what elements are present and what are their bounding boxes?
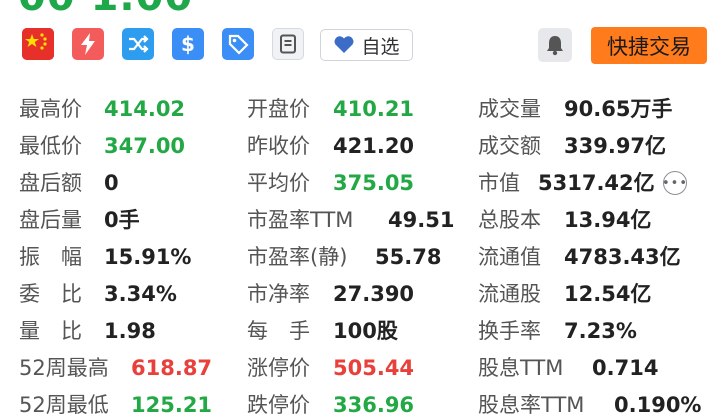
stat-label: 开盘价: [247, 97, 310, 121]
stat-label: 流通值: [478, 245, 541, 269]
stat-label: 市值: [478, 171, 520, 195]
stat-label: 流通股: [478, 282, 541, 306]
stat-label: 盘后额: [19, 171, 82, 195]
stat-value: 1.98: [104, 319, 156, 343]
dollar-icon[interactable]: $: [172, 28, 204, 60]
stat-value: 7.23%: [564, 319, 637, 343]
stat-label: 跌停价: [247, 393, 310, 417]
stat-value: 0.190%: [614, 393, 702, 417]
watchlist-label: 自选: [361, 35, 400, 58]
stat-value: 375.05: [333, 171, 415, 195]
stat-value: 0.714: [592, 356, 659, 380]
stat-value: 339.97亿: [564, 134, 667, 158]
stat-value: 336.96: [333, 393, 415, 417]
shuffle-icon[interactable]: [122, 28, 154, 60]
heart-icon: [335, 36, 354, 53]
stat-label: 52周最低: [19, 393, 109, 417]
stat-label: 市盈率(静): [247, 245, 348, 269]
stat-value: 15.91%: [104, 245, 192, 269]
stat-value: 4783.43亿: [564, 245, 681, 269]
stat-value: 414.02: [104, 97, 186, 121]
stat-value: 5317.42亿: [538, 171, 655, 195]
stat-label: 量 比: [19, 319, 82, 343]
stat-label: 委 比: [19, 282, 82, 306]
stat-value: 100股: [333, 319, 398, 343]
stat-label: 盘后量: [19, 208, 82, 232]
china-flag-icon[interactable]: [22, 28, 54, 60]
stat-label: 最低价: [19, 134, 82, 158]
bell-icon: [547, 36, 563, 56]
stat-value: 0: [104, 171, 119, 195]
stat-value: 90.65万手: [564, 97, 673, 121]
tag-icon[interactable]: [222, 28, 254, 60]
stat-label: 昨收价: [247, 134, 310, 158]
stat-label: 52周最高: [19, 356, 109, 380]
stat-value: 410.21: [333, 97, 415, 121]
stock-price-heading: 00 1.00: [18, 0, 193, 20]
stat-value: 12.54亿: [564, 282, 652, 306]
stat-label: 总股本: [478, 208, 541, 232]
stat-value: 421.20: [333, 134, 415, 158]
stat-value: 49.51: [388, 208, 455, 232]
stat-label: 市盈率TTM: [247, 208, 354, 232]
stat-value: 27.390: [333, 282, 415, 306]
margin-trading-icon[interactable]: [72, 28, 104, 60]
stat-label: 换手率: [478, 319, 541, 343]
stat-label: 股息TTM: [478, 356, 564, 380]
stat-label: 成交额: [478, 134, 541, 158]
add-to-watchlist-button[interactable]: 自选: [320, 29, 413, 61]
more-icon[interactable]: •••: [662, 171, 687, 195]
stat-value: 0手: [104, 208, 140, 232]
stat-label: 每 手: [247, 319, 310, 343]
stat-label: 成交量: [478, 97, 541, 121]
stat-label: 市净率: [247, 282, 310, 306]
quick-trade-button[interactable]: 快捷交易: [591, 27, 707, 64]
note-icon[interactable]: [272, 28, 304, 60]
stat-value: 618.87: [131, 356, 213, 380]
svg-text:$: $: [181, 32, 195, 56]
stat-value: 13.94亿: [564, 208, 652, 232]
stat-value: 125.21: [131, 393, 213, 417]
price-alert-button[interactable]: [538, 28, 572, 62]
stat-value: 3.34%: [104, 282, 177, 306]
stat-label: 最高价: [19, 97, 82, 121]
stat-label: 股息率TTM: [478, 393, 585, 417]
stat-value: 505.44: [333, 356, 415, 380]
stat-label: 振 幅: [19, 245, 82, 269]
stat-label: 平均价: [247, 171, 310, 195]
stat-value: 55.78: [375, 245, 442, 269]
stat-label: 涨停价: [247, 356, 310, 380]
stat-value: 347.00: [104, 134, 186, 158]
